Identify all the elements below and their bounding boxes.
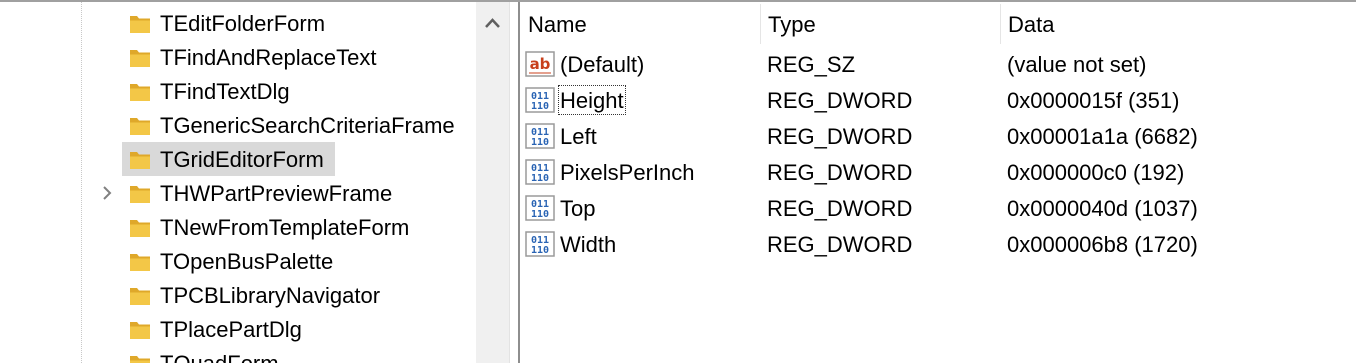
svg-text:ab: ab bbox=[530, 55, 551, 73]
tree-item[interactable]: TGridEditorForm bbox=[0, 142, 476, 176]
folder-icon bbox=[130, 152, 150, 169]
value-row[interactable]: 011 110 Top REG_DWORD 0x0000040d (1037) bbox=[520, 190, 1356, 226]
string-value-icon: ab bbox=[525, 51, 555, 77]
binary-value-icon: 011110 bbox=[525, 195, 555, 221]
value-data: (value not set) bbox=[1007, 52, 1147, 77]
tree-item[interactable]: TOpenBusPalette bbox=[0, 244, 476, 278]
value-type: REG_DWORD bbox=[767, 160, 913, 185]
tree-item[interactable]: TQuadForm bbox=[0, 346, 476, 363]
tree-item-label: TOpenBusPalette bbox=[160, 249, 334, 274]
folder-icon bbox=[130, 288, 150, 305]
value-name: PixelsPerInch bbox=[560, 160, 695, 185]
tree-item[interactable]: TPCBLibraryNavigator bbox=[0, 278, 476, 312]
scroll-up-arrow-icon[interactable] bbox=[476, 8, 509, 38]
folder-icon bbox=[130, 322, 150, 339]
folder-icon bbox=[130, 16, 150, 33]
value-row[interactable]: 011 110 Height REG_DWORD 0x0000015f (351) bbox=[520, 82, 1356, 118]
svg-text:110: 110 bbox=[531, 245, 549, 256]
folder-icon bbox=[130, 186, 150, 203]
binary-value-icon: 011110 bbox=[525, 123, 555, 149]
tree-item-label: TPCBLibraryNavigator bbox=[160, 283, 381, 308]
column-header-data[interactable]: Data bbox=[1000, 2, 1356, 44]
binary-value-icon: 011110 bbox=[525, 87, 555, 113]
value-data: 0x000006b8 (1720) bbox=[1007, 232, 1198, 257]
value-type: REG_DWORD bbox=[767, 88, 913, 113]
column-header-name[interactable]: Name bbox=[520, 2, 760, 44]
value-row[interactable]: 011 110 Width REG_DWORD 0x000006b8 (1720) bbox=[520, 226, 1356, 262]
svg-text:110: 110 bbox=[531, 101, 549, 112]
binary-value-icon: 011110 bbox=[525, 159, 555, 185]
value-type: REG_DWORD bbox=[767, 232, 913, 257]
value-data: 0x0000015f (351) bbox=[1007, 88, 1180, 113]
tree-item-label: TQuadForm bbox=[160, 349, 282, 363]
chevron-right-icon[interactable] bbox=[100, 186, 114, 200]
value-data: 0x00001a1a (6682) bbox=[1007, 124, 1198, 149]
tree-item-label: TGridEditorForm bbox=[160, 147, 324, 172]
value-type: REG_DWORD bbox=[767, 196, 913, 221]
value-name: Top bbox=[560, 196, 596, 221]
tree-item[interactable]: THWPartPreviewFrame bbox=[0, 176, 476, 210]
value-name: Height bbox=[558, 85, 626, 115]
value-name: Left bbox=[560, 124, 597, 149]
tree-item[interactable]: TFindAndReplaceText bbox=[0, 40, 476, 74]
value-row[interactable]: 011 110 PixelsPerInch REG_DWORD 0x000000c0 (… bbox=[520, 154, 1356, 190]
svg-text:110: 110 bbox=[531, 209, 549, 220]
tree-item[interactable]: TFindTextDlg bbox=[0, 74, 476, 108]
tree-item[interactable]: TGenericSearchCriteriaFrame bbox=[0, 108, 476, 142]
tree-item[interactable]: TPlacePartDlg bbox=[0, 312, 476, 346]
tree-item-label: TNewFromTemplateForm bbox=[160, 215, 410, 240]
folder-icon bbox=[130, 356, 150, 363]
registry-key-tree[interactable]: TEditFolderForm TFindAndReplaceText TFindT… bbox=[0, 2, 509, 363]
value-name: Width bbox=[560, 232, 617, 257]
binary-value-icon: 011110 bbox=[525, 231, 555, 257]
svg-text:110: 110 bbox=[531, 137, 549, 148]
registry-values-list[interactable]: Name Type Data ab (Default) REG_SZ (value n… bbox=[520, 2, 1356, 363]
tree-item[interactable]: TNewFromTemplateForm bbox=[0, 210, 476, 244]
value-type: REG_SZ bbox=[767, 52, 856, 77]
value-data: 0x000000c0 (192) bbox=[1007, 160, 1185, 185]
value-name: (Default) bbox=[560, 52, 645, 77]
tree-item-label: TPlacePartDlg bbox=[160, 317, 302, 342]
tree-item-label: TGenericSearchCriteriaFrame bbox=[160, 113, 455, 138]
value-data: 0x0000040d (1037) bbox=[1007, 196, 1198, 221]
folder-icon bbox=[130, 118, 150, 135]
tree-item-label: TFindTextDlg bbox=[160, 79, 290, 104]
column-header-type[interactable]: Type bbox=[760, 2, 1000, 44]
folder-icon bbox=[130, 220, 150, 237]
value-row[interactable]: 011 110 Left REG_DWORD 0x00001a1a (6682) bbox=[520, 118, 1356, 154]
tree-item-label: TFindAndReplaceText bbox=[160, 45, 377, 70]
tree-item[interactable]: TEditFolderForm bbox=[0, 6, 476, 40]
folder-icon bbox=[130, 50, 150, 67]
folder-icon bbox=[130, 84, 150, 101]
svg-text:110: 110 bbox=[531, 173, 549, 184]
value-row[interactable]: ab (Default) REG_SZ (value not set) bbox=[520, 46, 1356, 82]
tree-vertical-scrollbar[interactable] bbox=[476, 2, 509, 363]
value-type: REG_DWORD bbox=[767, 124, 913, 149]
folder-icon bbox=[130, 254, 150, 271]
tree-item-label: THWPartPreviewFrame bbox=[160, 181, 393, 206]
tree-item-label: TEditFolderForm bbox=[160, 11, 326, 36]
